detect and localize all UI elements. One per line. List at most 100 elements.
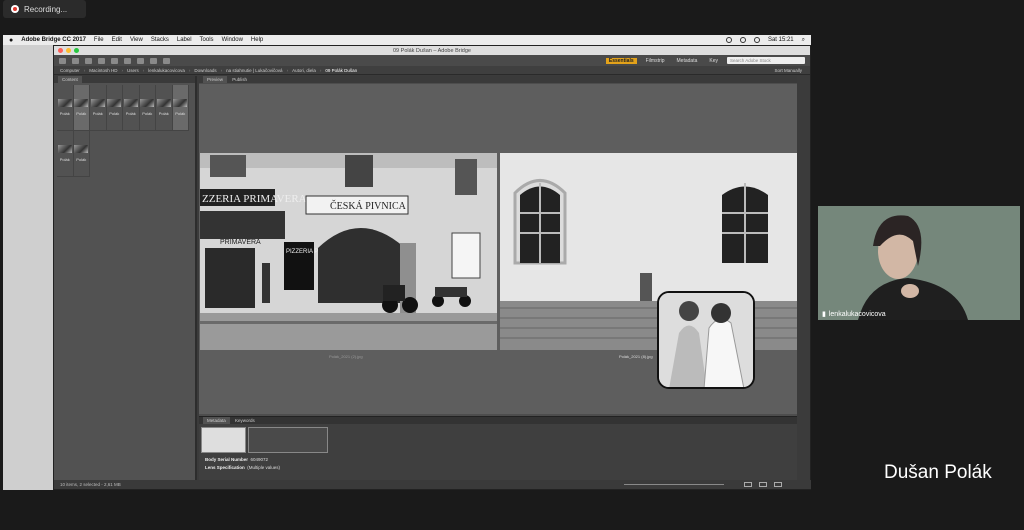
thumbnail-label: Polák [175,111,186,116]
chevron-right-icon: › [83,67,86,73]
forward-icon[interactable] [72,57,79,64]
sign-primavera: PRIMAVERA [220,239,261,246]
crumb-autori[interactable]: Autori, diela [292,68,316,73]
view-grid-icon[interactable] [744,482,752,487]
window-title: 09 Polák Dušan – Adobe Bridge [393,47,471,54]
content-panel: Content Polák Polák Polák Polák Polák Po… [54,76,197,480]
tab-preview[interactable]: Preview [203,76,228,83]
thumbnail-size-slider[interactable] [624,484,724,485]
spotlight-icon[interactable]: ⌕ [802,37,805,44]
tab-metadata[interactable]: Metadata [203,417,230,424]
thumbnail-label: Polák [125,111,136,116]
open-in-camera-raw-icon[interactable] [137,57,144,64]
menu-edit[interactable]: Edit [112,37,122,43]
lens-label: Lens Specification [205,465,245,470]
webcam-label: ▮ lenkalukacovicova [822,310,886,319]
tab-content[interactable]: Content [58,76,82,83]
thumbnail-label: Polák [158,111,169,116]
clock[interactable]: Sat 15:21 [768,37,794,43]
thumbnail[interactable]: Polák [90,85,107,131]
thumbnail-image [156,99,171,107]
thumbnail[interactable]: Polák [139,85,156,131]
thumbnail-image [107,99,122,107]
couple-photo-frame[interactable] [657,291,755,389]
thumbnail[interactable]: Polák [73,85,90,131]
tab-keywords[interactable]: Keywords [231,417,259,424]
chevron-right-icon: › [188,67,191,73]
tab-publish[interactable]: Publish [228,76,251,83]
thumbnail[interactable]: Polák [156,85,173,131]
chevron-right-icon: › [319,67,322,73]
workspace-metadata[interactable]: Metadata [674,58,701,64]
lens-value[interactable]: (Multiple values) [247,465,280,470]
body-serial-row: Body Serial Number 6049072 [205,457,268,462]
meeting-view: Recording... ● Adobe Bridge CC 2017 File… [0,0,1024,530]
app-menu[interactable]: Adobe Bridge CC 2017 [21,37,86,43]
view-list-icon[interactable] [759,482,767,487]
refine-icon[interactable] [124,57,131,64]
shared-screen: ● Adobe Bridge CC 2017 File Edit View St… [3,35,811,490]
signal-icon: ▮ [822,311,826,318]
thumbnail[interactable]: Polák [106,85,123,131]
wifi-icon[interactable] [739,37,746,43]
menu-file[interactable]: File [94,37,104,43]
thumbnail-image [57,145,72,153]
chevron-right-icon: › [142,67,145,73]
crumb-downloads[interactable]: Downloads [194,68,216,73]
recording-indicator[interactable]: Recording... [3,0,86,18]
rotate-right-icon[interactable] [163,57,170,64]
workspace-filmstrip[interactable]: Filmstrip [643,58,668,64]
minimize-icon[interactable] [66,48,71,53]
menu-view[interactable]: View [130,37,143,43]
street-photo-image: ZZERIA PRIMAVERA ČESKÁ PIVNICA PRIMAVERA… [200,153,497,350]
crumb-user[interactable]: lenkalukacovicova [148,68,185,73]
menu-help[interactable]: Help [251,37,263,43]
preview-tab-bar: Preview Publish [199,76,797,83]
crumb-computer[interactable]: Computer [60,68,80,73]
apple-icon[interactable]: ● [9,37,13,44]
status-icon[interactable] [725,37,732,43]
body-serial-value[interactable]: 6049072 [251,457,269,462]
breadcrumb: Computer › Macintosh HD › Users › lenkaluka… [54,66,810,75]
thumbnail[interactable]: Polák [57,85,74,131]
thumbnail-label: Polák [92,111,103,116]
thumbnail-label: Polák [76,157,87,162]
crumb-current[interactable]: 09 Polák Dušan [325,68,357,73]
photo-filename: Polák_2021 (8).jpg [619,354,653,359]
view-details-icon[interactable] [774,482,782,487]
recent-icon[interactable] [85,57,92,64]
thumbnail[interactable]: Polák [123,85,140,131]
metadata-tab-bar: Metadata Keywords [199,417,797,424]
thumbnail-image [90,99,105,107]
thumbnail[interactable]: Polák [73,131,90,177]
lens-row: Lens Specification (Multiple values) [205,465,280,470]
menu-label[interactable]: Label [177,37,192,43]
crumb-macintosh-hd[interactable]: Macintosh HD [89,68,117,73]
workspace-key[interactable]: Key [706,58,721,64]
webcam-video [818,206,1020,320]
workspace-essentials[interactable]: Essentials [605,57,637,64]
close-icon[interactable] [58,48,63,53]
preview-photo-street[interactable]: ZZERIA PRIMAVERA ČESKÁ PIVNICA PRIMAVERA… [200,153,497,350]
sign-pizzeria: ZZERIA PRIMAVERA [202,193,307,205]
thumbnail[interactable]: Polák [172,85,189,131]
menu-stacks[interactable]: Stacks [151,37,169,43]
search-input[interactable]: Search Adobe Stock [727,57,805,64]
rotate-left-icon[interactable] [150,57,157,64]
camera-import-icon[interactable] [111,57,118,64]
battery-icon[interactable] [753,37,760,43]
return-icon[interactable] [98,57,105,64]
zoom-icon[interactable] [74,48,79,53]
back-icon[interactable] [59,57,66,64]
recording-label: Recording... [24,4,68,14]
webcam-tile[interactable]: ▮ lenkalukacovicova [818,206,1020,320]
thumbnail-image [57,99,72,107]
menu-window[interactable]: Window [222,37,243,43]
thumbnail[interactable]: Polák [57,131,74,177]
thumbnail-label: Polák [59,111,70,116]
crumb-users[interactable]: Users [127,68,139,73]
preview-panel: Preview Publish ZZERIA PRIMAVERA ČESKÁ P… [199,76,797,480]
sort-dropdown[interactable]: Sort Manually [774,68,802,73]
crumb-folder[interactable]: na stiahnutie | Lukačovičová [226,68,282,73]
menu-tools[interactable]: Tools [200,37,214,43]
